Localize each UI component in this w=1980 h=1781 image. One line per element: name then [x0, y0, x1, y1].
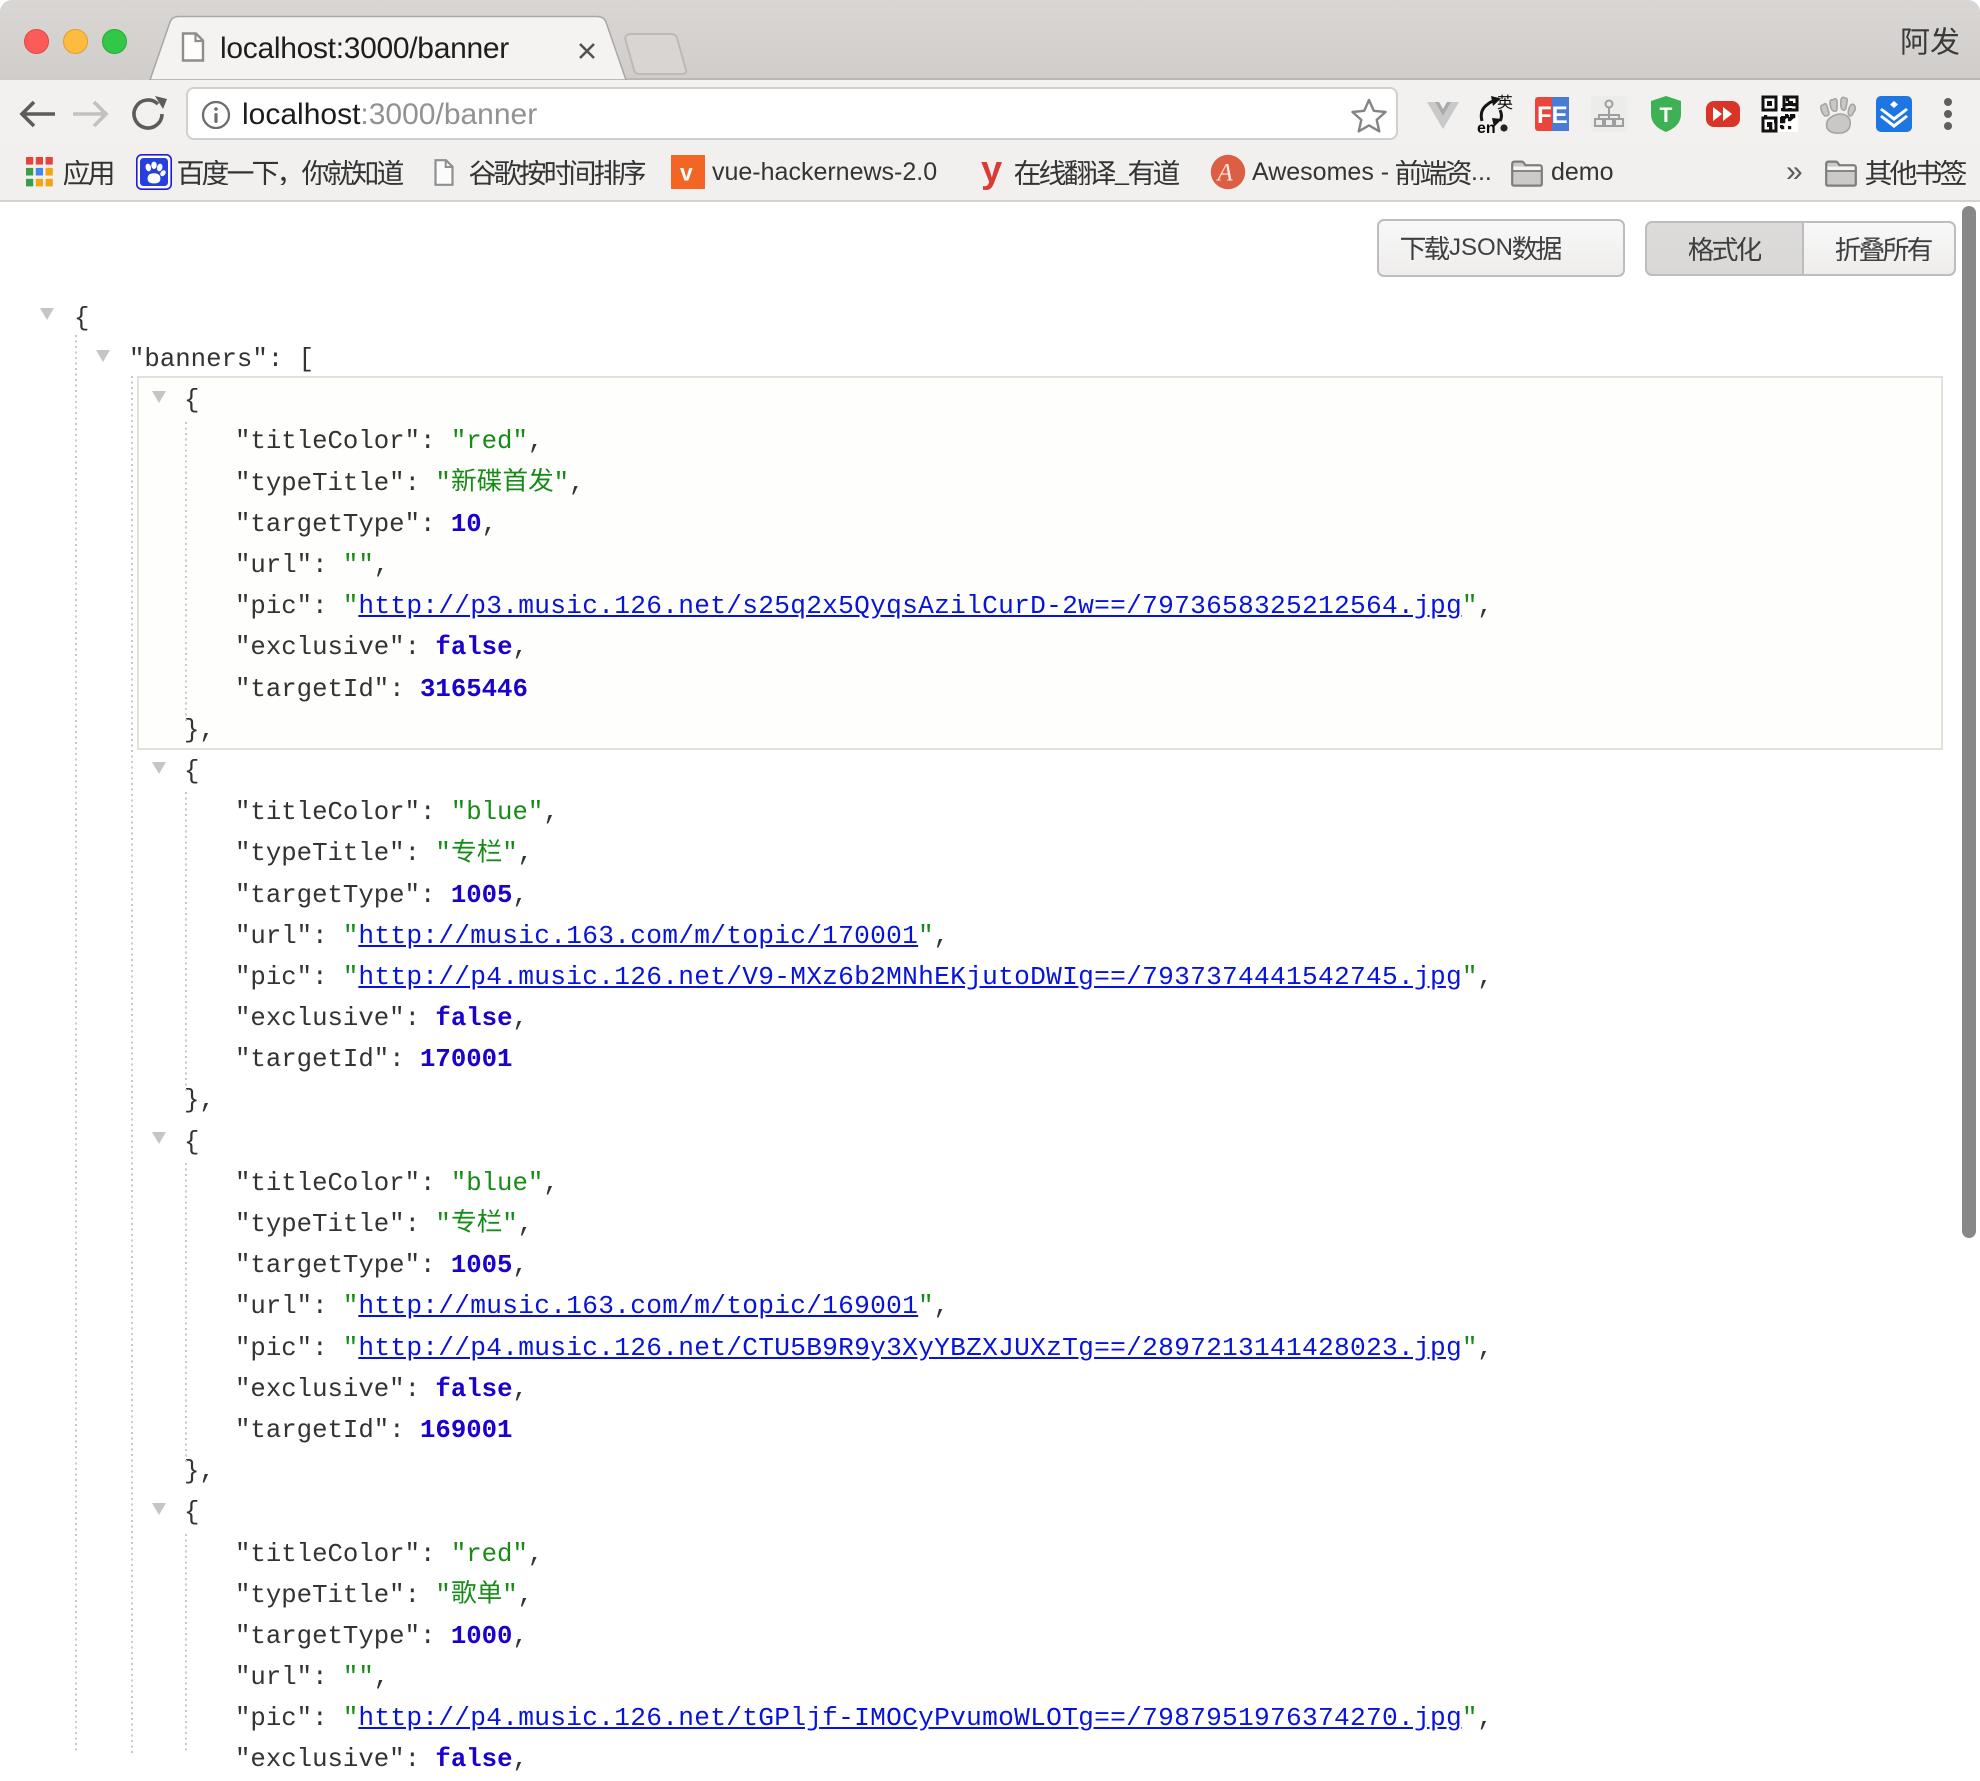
svg-text:FE: FE	[1537, 102, 1568, 129]
svg-text:T: T	[1660, 104, 1673, 127]
svg-text:y: y	[981, 153, 1002, 191]
svg-text:v: v	[680, 160, 693, 186]
svg-text:en: en	[1477, 120, 1496, 134]
svg-text:A: A	[1216, 160, 1234, 187]
